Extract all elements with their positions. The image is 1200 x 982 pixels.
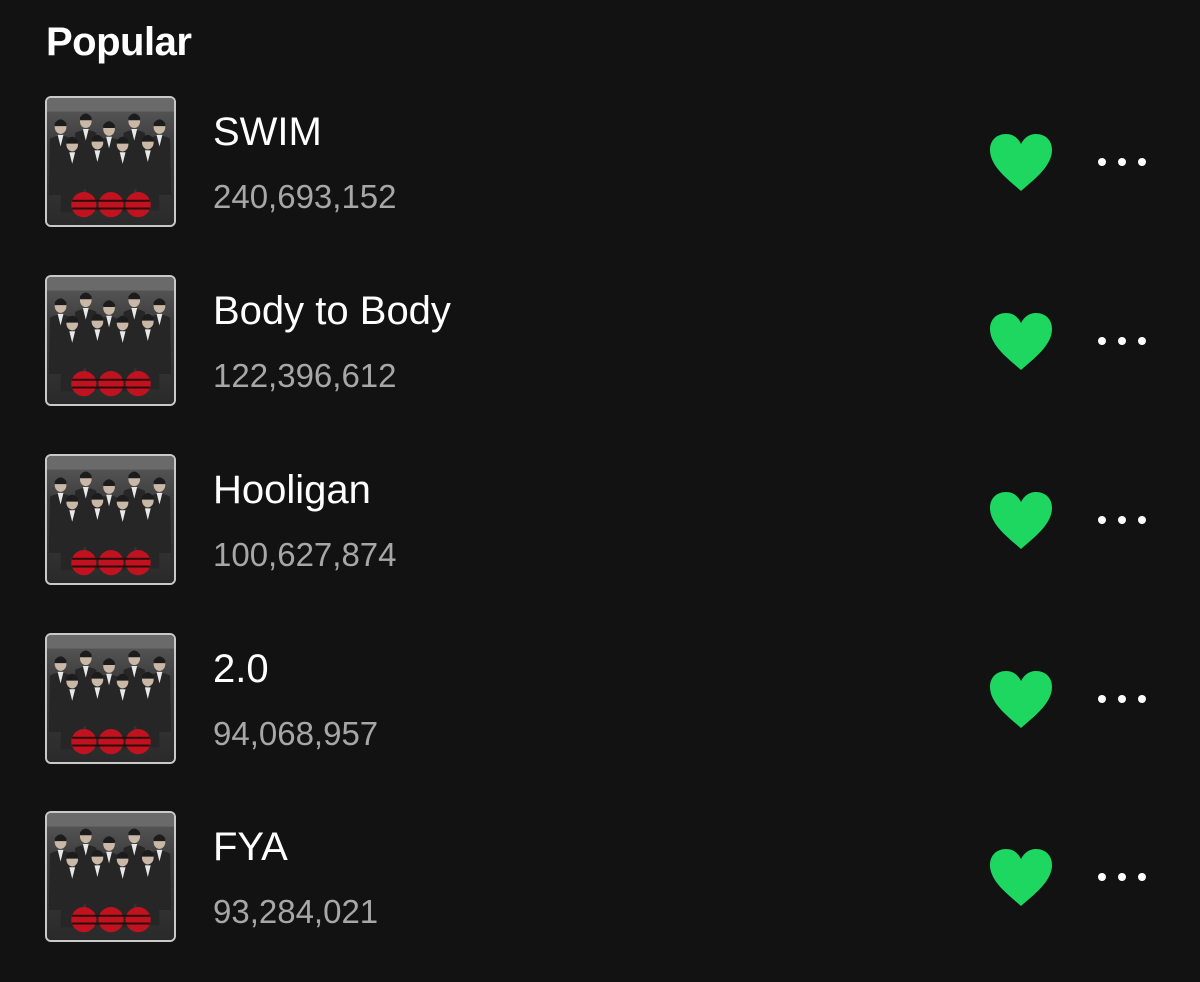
track-row[interactable]: SWIM 240,693,152 bbox=[0, 96, 1200, 230]
more-options-icon[interactable] bbox=[1090, 140, 1154, 184]
track-row[interactable]: FYA 93,284,021 bbox=[0, 811, 1200, 945]
album-cover bbox=[45, 96, 176, 227]
album-cover bbox=[45, 633, 176, 764]
track-play-count: 122,396,612 bbox=[213, 357, 397, 394]
heart-filled-icon[interactable] bbox=[986, 489, 1056, 551]
album-cover bbox=[45, 454, 176, 585]
track-row[interactable]: Body to Body 122,396,612 bbox=[0, 275, 1200, 409]
track-row[interactable]: Hooligan 100,627,874 bbox=[0, 454, 1200, 588]
track-title: 2.0 bbox=[213, 647, 269, 691]
more-options-icon[interactable] bbox=[1090, 498, 1154, 542]
more-options-icon[interactable] bbox=[1090, 677, 1154, 721]
track-play-count: 240,693,152 bbox=[213, 178, 397, 215]
heart-filled-icon[interactable] bbox=[986, 846, 1056, 908]
album-cover bbox=[45, 275, 176, 406]
popular-track-list: SWIM 240,693,152 Body to Body 122,396,61… bbox=[0, 0, 1200, 982]
track-play-count: 94,068,957 bbox=[213, 715, 379, 752]
track-row[interactable]: 2.0 94,068,957 bbox=[0, 633, 1200, 767]
heart-filled-icon[interactable] bbox=[986, 310, 1056, 372]
heart-filled-icon[interactable] bbox=[986, 668, 1056, 730]
more-options-icon[interactable] bbox=[1090, 855, 1154, 899]
track-title: Body to Body bbox=[213, 289, 451, 333]
track-title: Hooligan bbox=[213, 468, 371, 512]
more-options-icon[interactable] bbox=[1090, 319, 1154, 363]
track-play-count: 93,284,021 bbox=[213, 893, 379, 930]
track-title: FYA bbox=[213, 825, 288, 869]
heart-filled-icon[interactable] bbox=[986, 131, 1056, 193]
track-play-count: 100,627,874 bbox=[213, 536, 397, 573]
album-cover bbox=[45, 811, 176, 942]
track-title: SWIM bbox=[213, 110, 322, 154]
